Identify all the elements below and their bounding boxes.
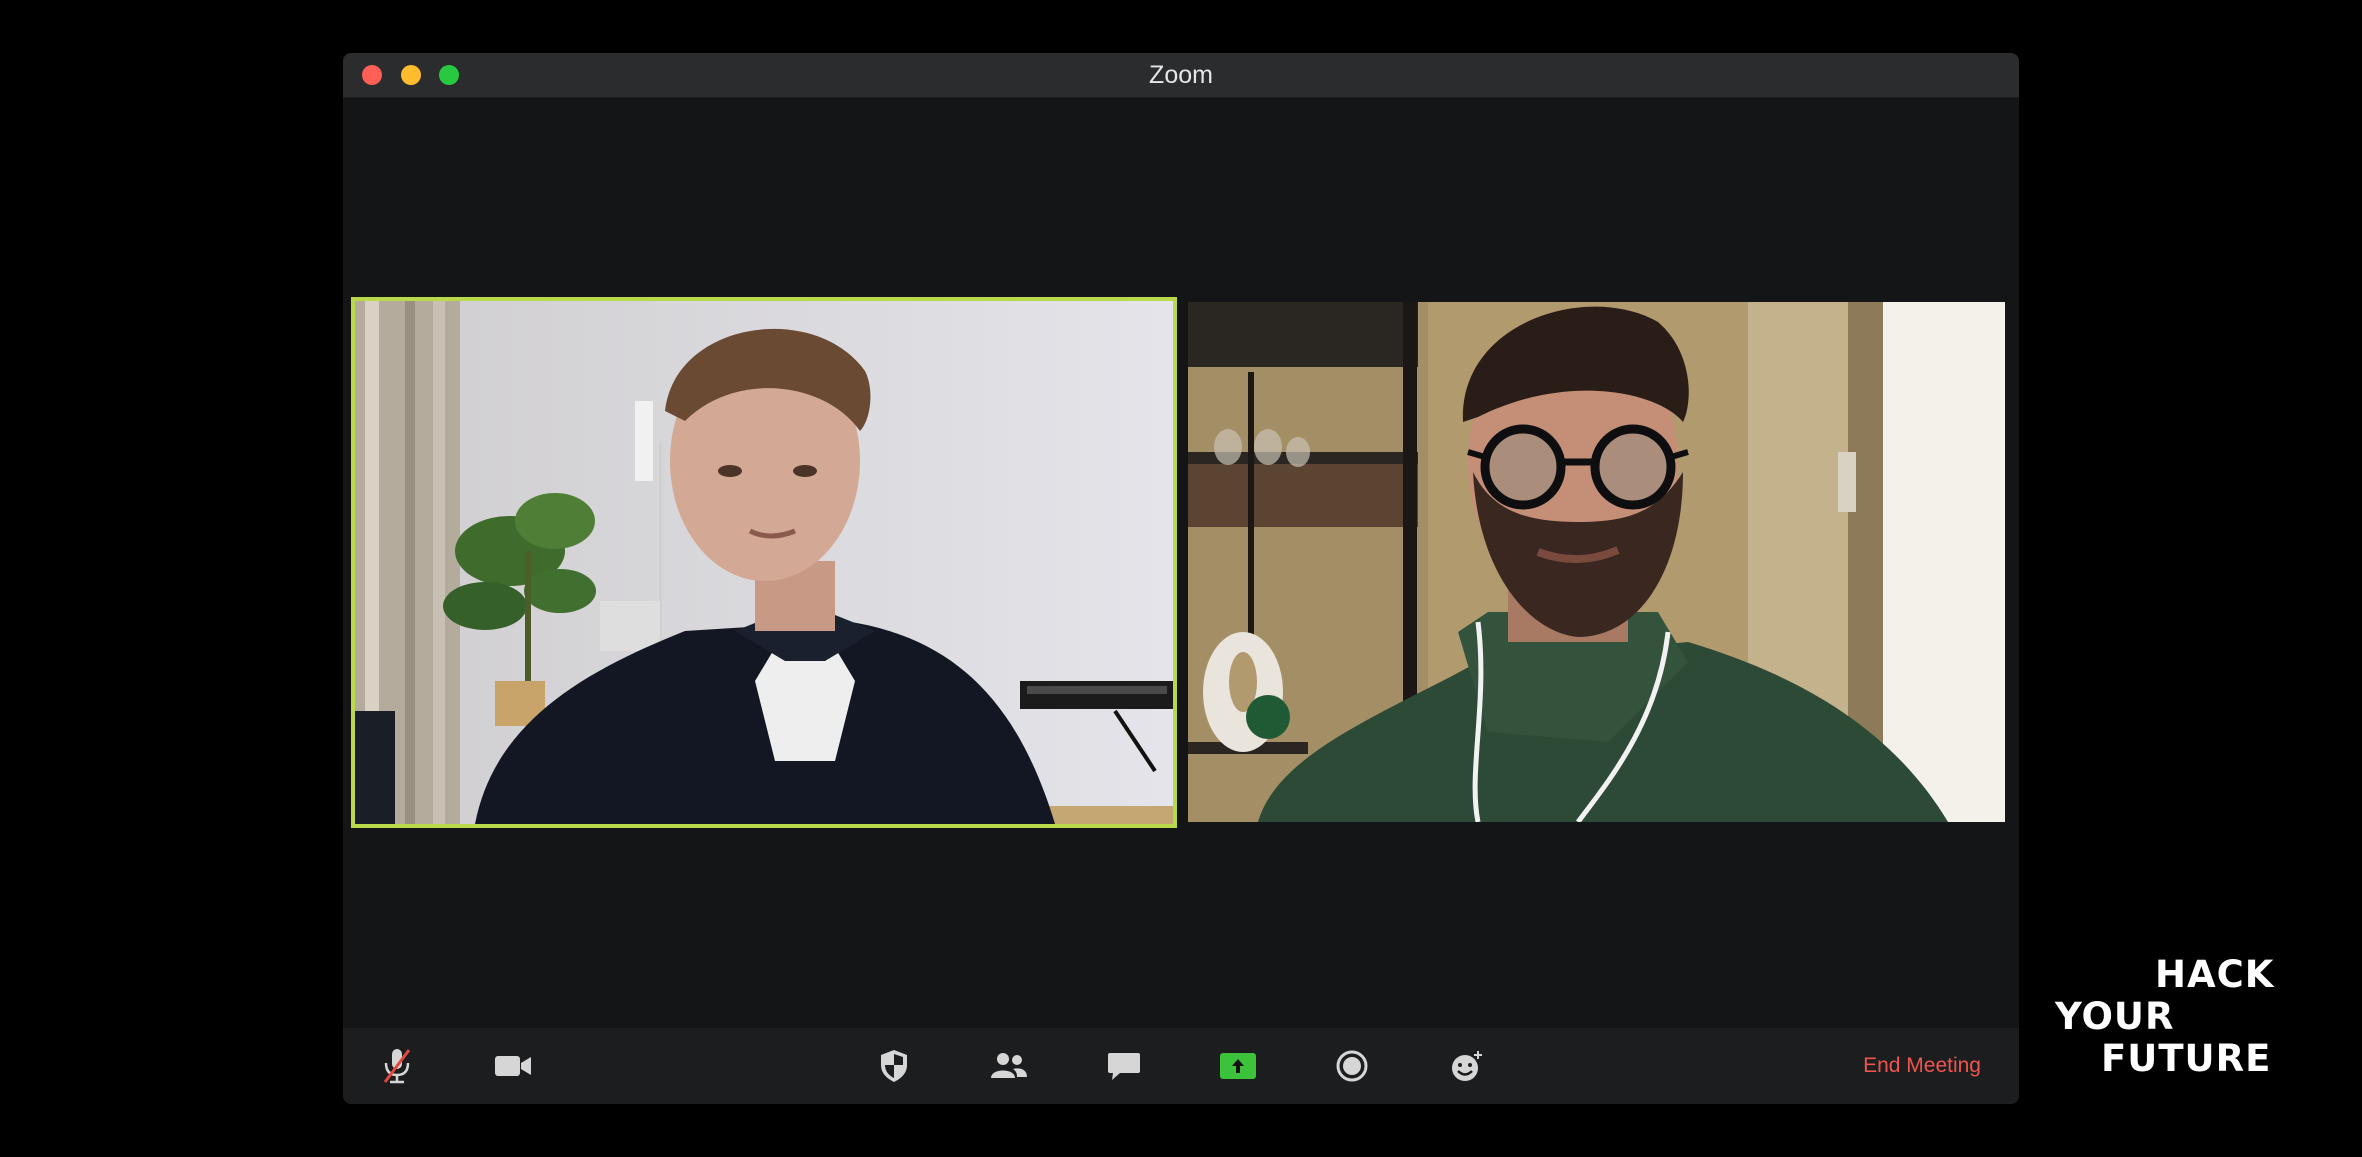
participant-video-left [355,301,1173,824]
logo-line-2: YOUR [2055,995,2175,1038]
chat-bubble-icon [1108,1053,1140,1080]
meeting-toolbar: End Meeting [343,1028,2019,1104]
share-screen-button[interactable] [1214,1042,1262,1090]
security-button[interactable] [870,1042,918,1090]
participant-video-right [1188,302,2005,822]
hack-your-future-logo: HACK YOUR FUTURE [2055,955,2305,1080]
video-tile-left-participant[interactable] [351,297,1177,828]
shield-icon [881,1050,907,1082]
record-button[interactable] [1328,1042,1376,1090]
people-icon [991,1053,1027,1078]
end-meeting-button[interactable]: End Meeting [1863,1028,1981,1104]
mute-button[interactable] [373,1042,421,1090]
participants-button[interactable] [985,1042,1033,1090]
video-camera-icon [495,1056,531,1076]
share-arrow-icon [1220,1053,1256,1079]
record-icon [1336,1050,1368,1082]
chat-button[interactable] [1100,1042,1148,1090]
zoom-window: Zoom End Meeting [343,53,2019,1104]
reactions-button[interactable] [1443,1042,1491,1090]
window-title: Zoom [1149,61,1213,89]
title-bar: Zoom [343,53,2019,98]
video-tile-right-participant[interactable] [1188,302,2005,822]
video-button[interactable] [489,1042,537,1090]
logo-line-1: HACK [2155,953,2275,996]
logo-line-3: FUTURE [2101,1037,2272,1080]
microphone-muted-icon [383,1049,411,1084]
emoji-icon [1452,1051,1482,1081]
